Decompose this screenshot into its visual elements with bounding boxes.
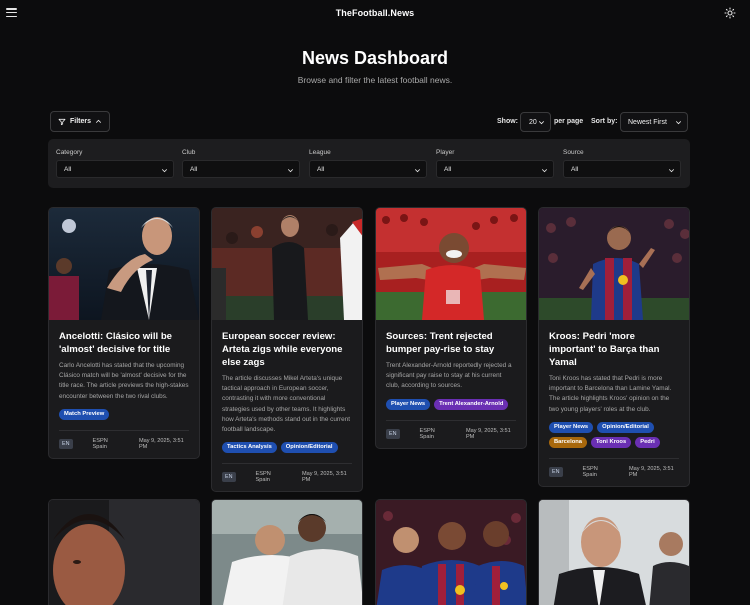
chevron-down-icon	[669, 169, 674, 173]
article-source: ESPN Spain	[255, 471, 271, 484]
source-select[interactable]: All	[563, 160, 681, 178]
article-card[interactable]: European soccer review: Arteta zigs whil…	[211, 207, 363, 493]
category-filter: Category All	[56, 149, 174, 178]
article-title[interactable]: Ancelotti: Clásico will be 'almost' deci…	[59, 330, 189, 356]
club-select[interactable]: All	[182, 160, 300, 178]
sun-icon[interactable]	[724, 7, 736, 19]
article-date: May 9, 2025, 3:51 PM	[138, 437, 184, 450]
chevron-down-icon	[542, 169, 547, 173]
page-subtitle: Browse and filter the latest football ne…	[297, 75, 453, 85]
tag-badge[interactable]: Toni Kroos	[591, 436, 632, 448]
player-filter-label: Player	[436, 149, 455, 156]
article-date: May 9, 2025, 3:51 PM	[465, 427, 511, 440]
language-badge: EN	[59, 438, 73, 449]
article-description: Trent Alexander-Arnold reportedly reject…	[386, 362, 512, 390]
filter-panel: Category All Club All League All Player …	[48, 139, 690, 188]
filter-icon	[58, 118, 66, 125]
article-card[interactable]: Sources: Trent rejected bumper pay-rise …	[375, 207, 527, 449]
tag-badge[interactable]: Barcelona	[549, 436, 588, 448]
page-title: News Dashboard	[301, 48, 449, 68]
top-bar: TheFootball.News	[0, 0, 750, 28]
article-source: ESPN Spain	[92, 437, 108, 450]
league-filter-label: League	[309, 149, 331, 156]
language-badge: EN	[222, 472, 236, 483]
article-image[interactable]	[539, 208, 689, 320]
chevron-down-icon	[676, 121, 681, 125]
tag-badge[interactable]: Opinion/Editorial	[280, 442, 338, 454]
article-meta: EN ESPN Spain May 9, 2025, 3:51 PM	[222, 463, 352, 483]
source-filter-label: Source	[563, 149, 584, 156]
player-filter: Player All	[436, 149, 554, 178]
article-card[interactable]	[211, 499, 363, 605]
article-image[interactable]	[49, 500, 200, 605]
article-image[interactable]	[376, 208, 526, 320]
club-filter-label: Club	[182, 149, 196, 156]
brand-logo[interactable]: TheFootball.News	[0, 8, 750, 18]
article-card[interactable]: Kroos: Pedri 'more important' to Barça t…	[538, 207, 690, 487]
article-image[interactable]	[212, 500, 363, 605]
article-meta: EN ESPN Spain May 9, 2025, 3:51 PM	[59, 429, 189, 450]
per-page-label: per page	[554, 118, 584, 125]
tag-badge[interactable]: Pedri	[635, 436, 660, 448]
category-select[interactable]: All	[56, 160, 174, 178]
chevron-down-icon	[415, 169, 420, 173]
article-description: The article discusses Mikel Arteta's uni…	[222, 375, 351, 434]
club-filter: Club All	[182, 149, 300, 178]
language-badge: EN	[549, 466, 563, 477]
article-title[interactable]: Kroos: Pedri 'more important' to Barça t…	[549, 330, 679, 369]
article-title[interactable]: European soccer review: Arteta zigs whil…	[222, 330, 352, 369]
article-image[interactable]	[376, 500, 527, 605]
tag-badge[interactable]: Match Preview	[59, 408, 110, 420]
article-date: May 9, 2025, 3:51 PM	[301, 471, 347, 484]
sort-select[interactable]: Newest First	[620, 112, 688, 132]
filters-toggle-button[interactable]: Filters	[50, 111, 110, 132]
player-select[interactable]: All	[436, 160, 554, 178]
article-source: ESPN Spain	[419, 427, 435, 440]
page-size-select[interactable]: 20	[520, 112, 551, 132]
sort-value: Newest First	[628, 118, 667, 126]
article-card[interactable]	[48, 499, 200, 605]
club-select-value: All	[190, 166, 198, 173]
article-meta: EN ESPN Spain May 9, 2025, 3:51 PM	[549, 457, 679, 478]
category-select-value: All	[64, 166, 72, 173]
article-description: Carlo Ancelotti has stated that the upco…	[59, 362, 189, 400]
article-card[interactable]	[538, 499, 690, 605]
tag-badge[interactable]: Player News	[386, 398, 431, 410]
article-image[interactable]	[539, 500, 690, 605]
article-meta: EN ESPN Spain May 9, 2025, 3:51 PM	[386, 419, 516, 440]
tag-badge[interactable]: Tactics Analysis	[222, 442, 277, 454]
article-tags: Player News Trent Alexander-Arnold	[386, 398, 516, 410]
chevron-down-icon	[162, 169, 167, 173]
article-description: Toni Kroos has stated that Pedri is more…	[549, 375, 672, 413]
article-source: ESPN Spain	[582, 465, 598, 478]
tag-badge[interactable]: Opinion/Editorial	[597, 421, 654, 433]
category-filter-label: Category	[56, 149, 83, 156]
league-filter: League All	[309, 149, 427, 178]
show-label: Show:	[497, 118, 518, 125]
article-image[interactable]	[212, 208, 362, 320]
article-tags: Player News Opinion/Editorial Barcelona …	[549, 421, 679, 448]
chevron-down-icon	[288, 169, 293, 173]
chevron-down-icon	[539, 121, 544, 125]
filters-label: Filters	[69, 118, 91, 125]
language-badge: EN	[386, 428, 400, 439]
article-date: May 9, 2025, 3:51 PM	[628, 465, 674, 478]
article-tags: Match Preview	[59, 408, 189, 420]
league-select[interactable]: All	[309, 160, 427, 178]
article-tags: Tactics Analysis Opinion/Editorial	[222, 442, 352, 454]
article-card[interactable]: Ancelotti: Clásico will be 'almost' deci…	[48, 207, 200, 459]
tag-badge[interactable]: Trent Alexander-Arnold	[434, 398, 509, 410]
chevron-up-icon	[96, 119, 101, 123]
sort-by-label: Sort by:	[591, 118, 618, 125]
article-image[interactable]	[49, 208, 199, 320]
source-select-value: All	[571, 166, 579, 173]
page-size-value: 20	[529, 118, 537, 126]
tag-badge[interactable]: Player News	[549, 421, 594, 433]
league-select-value: All	[317, 166, 325, 173]
source-filter: Source All	[563, 149, 681, 178]
article-title[interactable]: Sources: Trent rejected bumper pay-rise …	[386, 330, 516, 356]
article-card[interactable]	[375, 499, 527, 605]
player-select-value: All	[444, 166, 452, 173]
